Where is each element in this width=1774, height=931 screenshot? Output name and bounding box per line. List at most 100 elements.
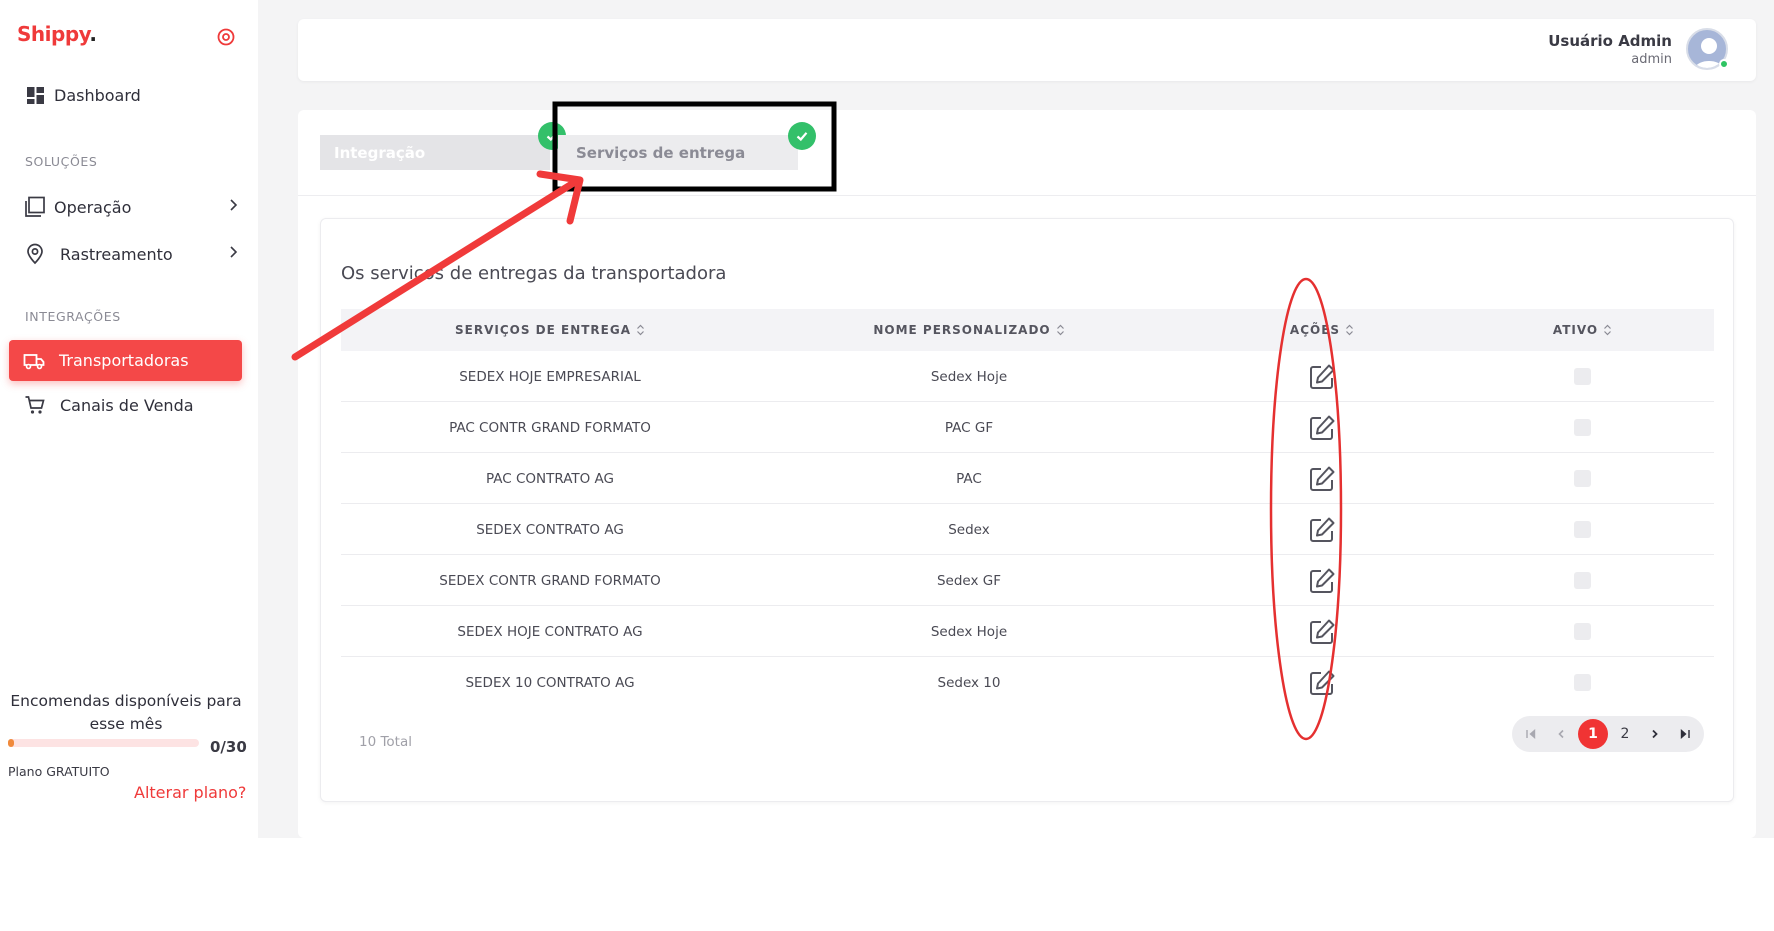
sidebar-item-label: Transportadoras	[59, 351, 189, 370]
active-checkbox[interactable]	[1574, 572, 1591, 589]
top-bar: Usuário Admin admin	[298, 19, 1756, 81]
service-cell: SEDEX 10 CONTRATO AG	[465, 674, 635, 691]
table-row: SEDEX HOJE CONTRATO AG Sedex Hoje	[341, 606, 1714, 657]
brand-dot: .	[89, 22, 97, 46]
active-checkbox[interactable]	[1574, 623, 1591, 640]
actions-cell	[1179, 402, 1465, 453]
active-cell	[1465, 657, 1700, 708]
edit-icon[interactable]	[1306, 361, 1338, 393]
step-label: Serviços de entrega	[576, 143, 746, 162]
service-cell: SEDEX HOJE CONTRATO AG	[457, 623, 643, 640]
custom-name-cell: Sedex	[948, 521, 990, 538]
actions-cell	[1179, 657, 1465, 708]
custom-name-cell: Sedex GF	[936, 572, 1002, 589]
active-checkbox[interactable]	[1574, 419, 1591, 436]
service-cell: PAC CONTR GRAND FORMATO	[449, 419, 651, 436]
sidebar-item-dashboard[interactable]: Dashboard	[24, 80, 141, 110]
sidebar-item-label: Rastreamento	[60, 244, 173, 264]
sidebar-item-sales-channels[interactable]: Canais de Venda	[24, 390, 194, 420]
edit-icon[interactable]	[1306, 412, 1338, 444]
step-delivery-services[interactable]: Serviços de entrega	[558, 135, 798, 170]
quota-progress-fill	[8, 739, 14, 747]
next-page-icon[interactable]	[1640, 719, 1670, 749]
total-count: 10 Total	[359, 734, 412, 750]
sidebar-item-label: Canais de Venda	[60, 395, 194, 415]
active-checkbox[interactable]	[1574, 470, 1591, 487]
last-page-icon[interactable]	[1670, 719, 1700, 749]
online-status-dot	[1719, 59, 1729, 69]
shopping-cart-icon	[24, 394, 46, 416]
custom-name-cell: Sedex 10	[937, 674, 1001, 691]
change-plan-link[interactable]: Alterar plano?	[134, 783, 246, 802]
user-role: admin	[1631, 52, 1672, 67]
sidebar-item-carriers[interactable]: Transportadoras	[9, 340, 242, 381]
step-label: Integração	[334, 143, 426, 162]
location-pin-icon	[24, 243, 46, 265]
active-cell	[1465, 504, 1700, 555]
previous-page-icon[interactable]	[1546, 719, 1576, 749]
dashboard-icon	[24, 84, 46, 106]
actions-cell	[1179, 504, 1465, 555]
custom-name-cell: Sedex Hoje	[930, 623, 1008, 640]
chevron-right-icon	[230, 199, 238, 211]
collapse-sidebar-icon[interactable]	[216, 27, 236, 47]
active-cell	[1465, 351, 1700, 402]
sidebar-item-label: Operação	[54, 197, 132, 217]
edit-icon[interactable]	[1306, 514, 1338, 546]
sidebar-item-operation[interactable]: Operação	[24, 192, 238, 222]
active-checkbox[interactable]	[1574, 521, 1591, 538]
page-button-1[interactable]: 1	[1578, 719, 1608, 749]
quota-count: 0/30	[210, 738, 247, 756]
table-row: PAC CONTR GRAND FORMATO PAC GF	[341, 402, 1714, 453]
column-header-label: ATIVO	[1552, 323, 1599, 337]
column-header-active[interactable]: ATIVO	[1465, 309, 1700, 351]
check-icon	[788, 122, 816, 150]
sidebar: Shippy. Dashboard SOLUÇÕES Operação Rast…	[0, 0, 258, 838]
main-panel: Integração Serviços de entrega Os serviç…	[298, 110, 1756, 838]
actions-cell	[1179, 606, 1465, 657]
active-checkbox[interactable]	[1574, 674, 1591, 691]
active-cell	[1465, 606, 1700, 657]
table-row: SEDEX CONTRATO AG Sedex	[341, 504, 1714, 555]
active-checkbox[interactable]	[1574, 368, 1591, 385]
table-row: SEDEX HOJE EMPRESARIAL Sedex Hoje	[341, 351, 1714, 402]
copy-icon	[24, 196, 46, 218]
card-title: Os serviços de entregas da transportador…	[341, 263, 727, 284]
active-cell	[1465, 555, 1700, 606]
service-cell: SEDEX CONTR GRAND FORMATO	[439, 572, 661, 589]
active-cell	[1465, 402, 1700, 453]
active-cell	[1465, 453, 1700, 504]
sort-icon	[1056, 324, 1064, 336]
app-window: Shippy. Dashboard SOLUÇÕES Operação Rast…	[0, 0, 1774, 838]
sort-icon	[1346, 324, 1353, 336]
table-row: SEDEX 10 CONTRATO AG Sedex 10	[341, 657, 1714, 708]
service-cell: SEDEX CONTRATO AG	[476, 521, 624, 538]
delivery-services-card: Os serviços de entregas da transportador…	[320, 218, 1734, 802]
edit-icon[interactable]	[1306, 667, 1338, 699]
service-cell: SEDEX HOJE EMPRESARIAL	[459, 368, 641, 385]
first-page-icon[interactable]	[1516, 719, 1546, 749]
column-header-service[interactable]: SERVIÇOS DE ENTREGA	[341, 309, 759, 351]
page-button-2[interactable]: 2	[1610, 719, 1640, 749]
quota-text: Encomendas disponíveis para esse mês	[10, 692, 242, 733]
sidebar-item-tracking[interactable]: Rastreamento	[24, 239, 238, 269]
truck-icon	[23, 350, 45, 372]
column-header-actions[interactable]: AÇÕES	[1179, 309, 1465, 351]
edit-icon[interactable]	[1306, 565, 1338, 597]
column-header-label: SERVIÇOS DE ENTREGA	[455, 323, 631, 337]
actions-cell	[1179, 351, 1465, 402]
column-header-custom-name[interactable]: NOME PERSONALIZADO	[759, 309, 1179, 351]
brand-name: Shippy	[17, 22, 90, 46]
edit-icon[interactable]	[1306, 463, 1338, 495]
edit-icon[interactable]	[1306, 616, 1338, 648]
table-row: SEDEX CONTR GRAND FORMATO Sedex GF	[341, 555, 1714, 606]
user-name: Usuário Admin	[1548, 32, 1672, 50]
sidebar-item-label: Dashboard	[54, 85, 141, 105]
section-label-solutions: SOLUÇÕES	[25, 154, 98, 169]
column-header-label: AÇÕES	[1289, 323, 1341, 337]
table-row: PAC CONTRATO AG PAC	[341, 453, 1714, 504]
custom-name-cell: Sedex Hoje	[930, 368, 1008, 385]
sort-icon	[637, 324, 644, 336]
step-integration[interactable]: Integração	[320, 135, 550, 170]
brand-logo[interactable]: Shippy.	[17, 22, 97, 46]
